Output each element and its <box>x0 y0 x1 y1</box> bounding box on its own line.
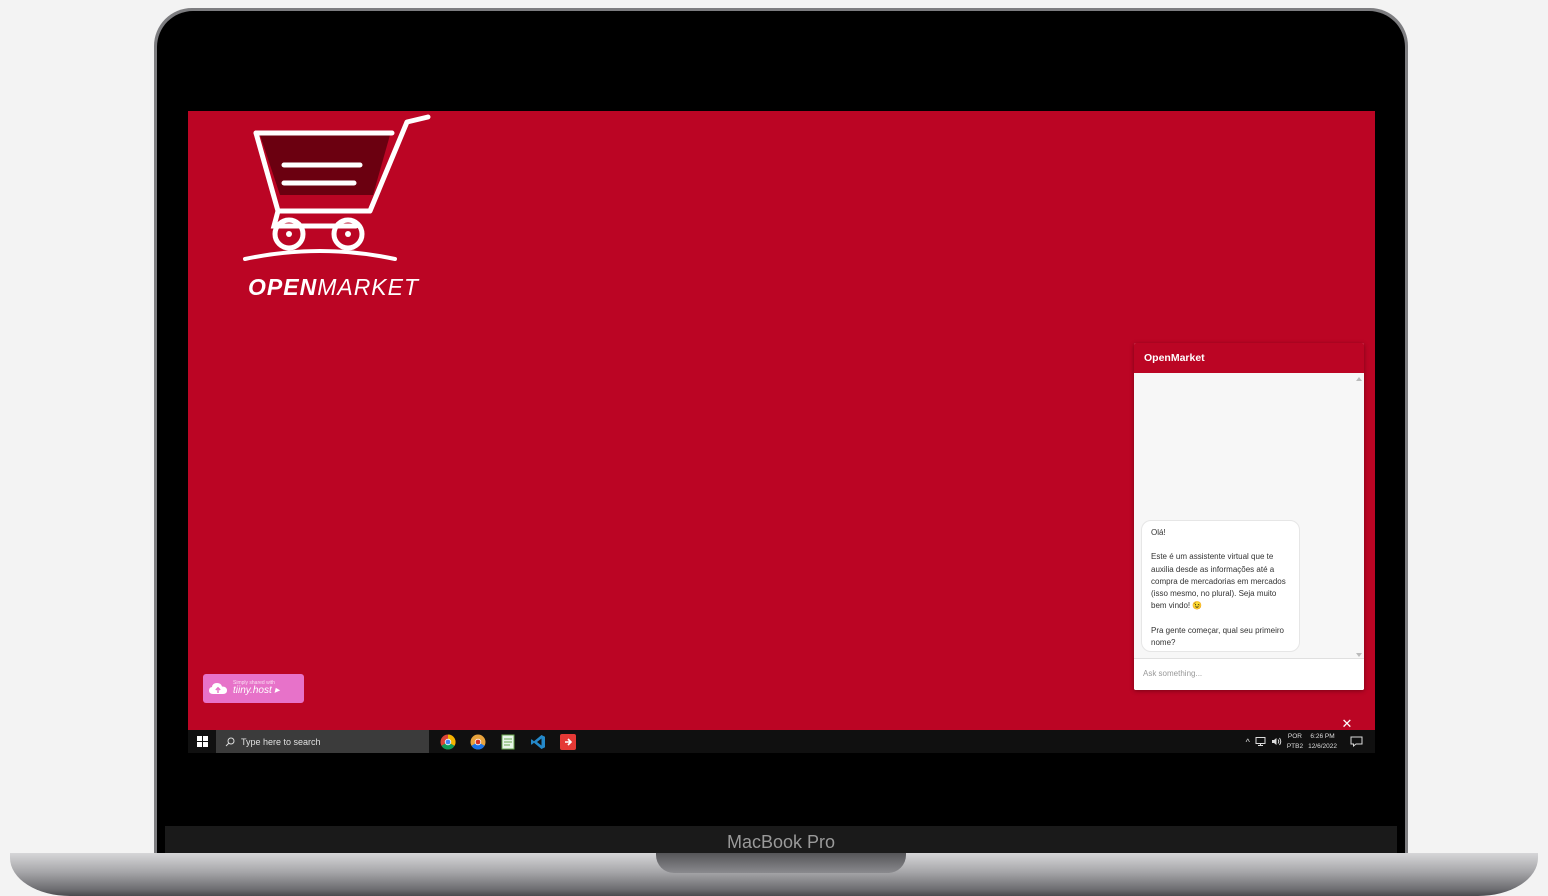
tray-chevron-icon[interactable]: ^ <box>1246 737 1250 747</box>
chat-header: OpenMarket <box>1134 343 1364 373</box>
vscode-icon[interactable] <box>529 733 547 751</box>
system-tray: ^ POR PTB2 6:26 PM 12/6/2022 <box>1246 732 1375 752</box>
clock[interactable]: 6:26 PM 12/6/2022 <box>1308 732 1337 752</box>
chat-widget: OpenMarket Olá! Este é um assistente vir… <box>1134 343 1364 690</box>
start-button[interactable] <box>188 730 216 753</box>
badge-big-text: tiiny.host ▸ <box>233 685 280 696</box>
laptop-notch <box>656 853 906 873</box>
windows-icon <box>196 736 208 747</box>
taskbar: Type here to search ^ POR PTB2 6:26 PM 1… <box>188 730 1375 753</box>
clock-date: 12/6/2022 <box>1308 742 1337 750</box>
bot-message-text: Olá! Este é um assistente virtual que te… <box>1151 528 1286 647</box>
remote-app-icon[interactable] <box>559 733 577 751</box>
chat-input[interactable]: Ask something... <box>1134 658 1364 690</box>
language-top: POR <box>1287 732 1302 740</box>
chat-scrollbar[interactable] <box>1356 377 1362 657</box>
brand-name: OPENMARKET <box>248 274 419 301</box>
brand-name-light: MARKET <box>317 274 420 300</box>
stage: MacBook Pro OPENMARKET Simply shared wit… <box>0 0 1548 896</box>
notepad-icon[interactable] <box>499 733 517 751</box>
scroll-up-icon[interactable] <box>1356 377 1362 381</box>
chrome-icon[interactable] <box>439 733 457 751</box>
network-icon[interactable] <box>1255 737 1266 746</box>
cloud-upload-icon <box>209 682 227 694</box>
search-placeholder: Type here to search <box>241 736 321 747</box>
bot-message-bubble: Olá! Este é um assistente virtual que te… <box>1141 520 1300 652</box>
screen: OPENMARKET Simply shared with tiiny.host… <box>188 111 1375 753</box>
volume-icon[interactable] <box>1271 737 1282 746</box>
tiiny-host-badge[interactable]: Simply shared with tiiny.host ▸ <box>203 674 304 703</box>
scroll-down-icon[interactable] <box>1356 653 1362 657</box>
taskbar-apps <box>439 733 577 751</box>
device-label: MacBook Pro <box>726 831 836 852</box>
language-indicator[interactable]: POR PTB2 <box>1287 732 1303 752</box>
brand-name-bold: OPEN <box>248 274 318 300</box>
taskbar-search[interactable]: Type here to search <box>216 730 429 753</box>
close-icon[interactable]: ✕ <box>1341 717 1353 730</box>
chat-messages[interactable]: Olá! Este é um assistente virtual que te… <box>1134 373 1364 658</box>
notifications-icon[interactable] <box>1350 736 1363 747</box>
search-icon <box>225 737 235 746</box>
language-bottom: PTB2 <box>1286 742 1304 750</box>
chrome-canary-icon[interactable] <box>469 733 487 751</box>
clock-time: 6:26 PM <box>1310 732 1335 740</box>
